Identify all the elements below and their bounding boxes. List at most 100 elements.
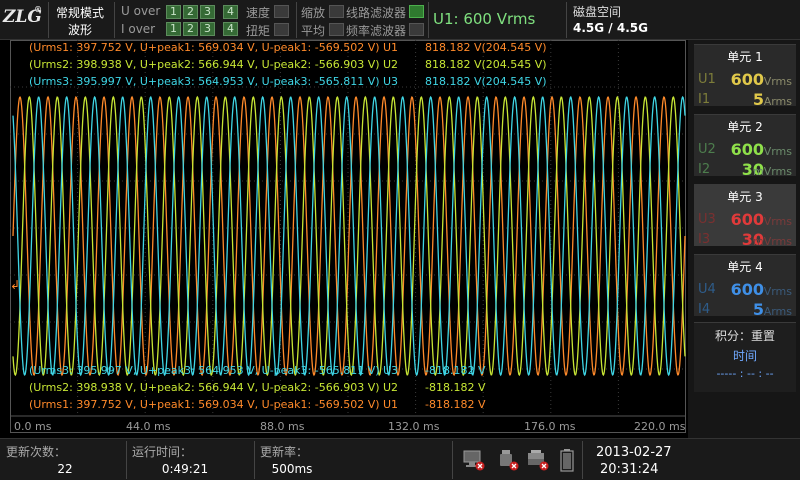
- usb-disconnected-icon: [500, 450, 519, 471]
- unit-card-4[interactable]: 单元 4 U4 600 Vrms I4 5 Arms: [694, 254, 796, 319]
- unit-title: 单元 1: [727, 50, 763, 64]
- u1-waveform: [12, 95, 686, 377]
- integration-status: 积分：重置: [714, 329, 775, 343]
- brand-logo: ZLG ®: [3, 4, 42, 27]
- unit-card-3[interactable]: 单元 3 U3 600 Vrms I3 30 mVrms: [694, 184, 796, 249]
- i-over-indicator-1: 1: [166, 22, 181, 36]
- unit-title: 单元 2: [727, 120, 763, 134]
- trigger-level-marker[interactable]: ↲: [10, 278, 20, 292]
- display-mode[interactable]: 波形: [50, 21, 110, 38]
- zoom-indicator: [329, 5, 344, 18]
- u2-measure-bottom: (Urms2: 398.938 V, U+peak2: 566.944 V, U…: [29, 381, 486, 394]
- integration-time-label: 时间: [732, 349, 757, 363]
- battery-icon: [560, 449, 574, 472]
- u2-measure-top: (Urms2: 398.938 V, U+peak2: 566.944 V, U…: [29, 58, 547, 71]
- top-bar: ZLG ® 常规模式 波形 U over I over 1 2 3 4 1 2 …: [0, 0, 800, 40]
- line-filter-indicator: [409, 5, 424, 18]
- registered-mark: ®: [34, 4, 42, 14]
- voltage-range-unit: Vrms: [763, 75, 792, 88]
- disk-space-label: 磁盘空间: [573, 5, 622, 19]
- current-range-value: 5: [752, 90, 764, 109]
- divider: [126, 441, 127, 479]
- i-over-indicator-4: 4: [223, 22, 238, 36]
- voltage-channel-label: U1: [698, 72, 716, 87]
- u-over-label: U over: [121, 4, 161, 18]
- status-bar: 更新次数： 22 运行时间： 0:49:21 更新率： 500ms 2013-0…: [0, 438, 800, 480]
- disk-space-value: 4.5G / 4.5G: [573, 21, 648, 35]
- current-channel-label: I3: [698, 232, 711, 247]
- waveform-display[interactable]: ↲ (Urms1: 397.752 V, U+peak1: 569.034 V,…: [10, 40, 686, 434]
- current-channel-label: I1: [698, 92, 711, 107]
- x-tick-label: 0.0 ms: [14, 420, 52, 433]
- x-tick-label: 132.0 ms: [388, 420, 440, 433]
- current-range-unit: mVrms: [752, 235, 792, 248]
- current-range-unit: Arms: [763, 95, 792, 108]
- current-range-unit: mVrms: [752, 165, 792, 178]
- measure-mode[interactable]: 常规模式: [50, 4, 110, 21]
- divider: [452, 441, 453, 479]
- x-tick-label: 220.0 ms: [634, 420, 686, 433]
- printer-disconnected-icon: [528, 450, 549, 471]
- x-tick-label: 88.0 ms: [260, 420, 305, 433]
- u-over-indicator-2: 2: [183, 5, 198, 19]
- i-over-indicator-3: 3: [200, 22, 215, 36]
- voltage-range-unit: Vrms: [763, 145, 792, 158]
- u1-range[interactable]: U1: 600 Vrms: [433, 10, 535, 28]
- current-range-value: 5: [752, 300, 764, 319]
- divider: [114, 2, 115, 38]
- voltage-range-value: 600: [730, 70, 764, 89]
- freq-filter-indicator: [409, 23, 424, 36]
- current-time: 20:31:24: [600, 462, 659, 477]
- voltage-channel-label: U3: [698, 212, 716, 227]
- unit-card-2[interactable]: 单元 2 U2 600 Vrms I2 30 mVrms: [694, 114, 796, 179]
- divider: [296, 2, 297, 38]
- i-over-indicator-2: 2: [183, 22, 198, 36]
- run-time-label: 运行时间：: [132, 445, 193, 459]
- unit-title: 单元 4: [727, 260, 763, 274]
- current-date: 2013-02-27: [596, 445, 672, 460]
- divider: [48, 2, 49, 38]
- voltage-range-unit: Vrms: [763, 215, 792, 228]
- run-time-value: 0:49:21: [161, 462, 209, 476]
- u3-measure-bottom: (Urms3: 395.997 V, U+peak3: 564.953 V, U…: [29, 364, 486, 377]
- line-filter-label: 线路滤波器: [346, 6, 407, 20]
- update-rate-label: 更新率：: [260, 445, 309, 459]
- unit-card-1[interactable]: 单元 1 U1 600 Vrms I1 5 Arms: [694, 44, 796, 109]
- u3-measure-top: (Urms3: 395.997 V, U+peak3: 564.953 V, U…: [29, 75, 547, 88]
- x-tick-label: 176.0 ms: [524, 420, 576, 433]
- integration-time-value: ----- : -- : --: [716, 367, 774, 380]
- speed-label: 速度: [246, 6, 271, 20]
- current-channel-label: I2: [698, 162, 711, 177]
- voltage-range-value: 600: [730, 140, 764, 159]
- u1-measure-bottom: (Urms1: 397.752 V, U+peak1: 569.034 V, U…: [29, 398, 486, 411]
- torque-indicator: [274, 23, 289, 36]
- torque-label: 扭矩: [246, 24, 271, 38]
- voltage-range-value: 600: [730, 280, 764, 299]
- current-channel-label: I4: [698, 302, 711, 317]
- voltage-channel-label: U4: [698, 282, 716, 297]
- current-range-unit: Arms: [763, 305, 792, 318]
- update-count-value: 22: [57, 462, 73, 476]
- speed-indicator: [274, 5, 289, 18]
- divider: [254, 441, 255, 479]
- x-tick-label: 44.0 ms: [126, 420, 171, 433]
- divider: [582, 441, 583, 479]
- voltage-range-unit: Vrms: [763, 285, 792, 298]
- update-rate-value[interactable]: 500ms: [262, 462, 322, 476]
- divider: [566, 2, 567, 38]
- voltage-range-value: 600: [730, 210, 764, 229]
- zoom-label: 缩放: [301, 6, 326, 20]
- u-over-indicator-1: 1: [166, 5, 181, 19]
- integration-panel[interactable]: 积分：重置 时间 ----- : -- : --: [694, 322, 796, 392]
- update-count-label: 更新次数：: [6, 445, 67, 459]
- unit-title: 单元 3: [727, 190, 763, 204]
- u1-measure-top: (Urms1: 397.752 V, U+peak1: 569.034 V, U…: [29, 41, 547, 54]
- i-over-label: I over: [121, 22, 156, 36]
- divider: [428, 2, 429, 38]
- average-label: 平均: [301, 24, 326, 38]
- u-over-indicator-3: 3: [200, 5, 215, 19]
- freq-filter-label: 频率滤波器: [346, 24, 407, 38]
- network-disconnected-icon: [463, 450, 485, 471]
- u-over-indicator-4: 4: [223, 5, 238, 19]
- average-indicator: [329, 23, 344, 36]
